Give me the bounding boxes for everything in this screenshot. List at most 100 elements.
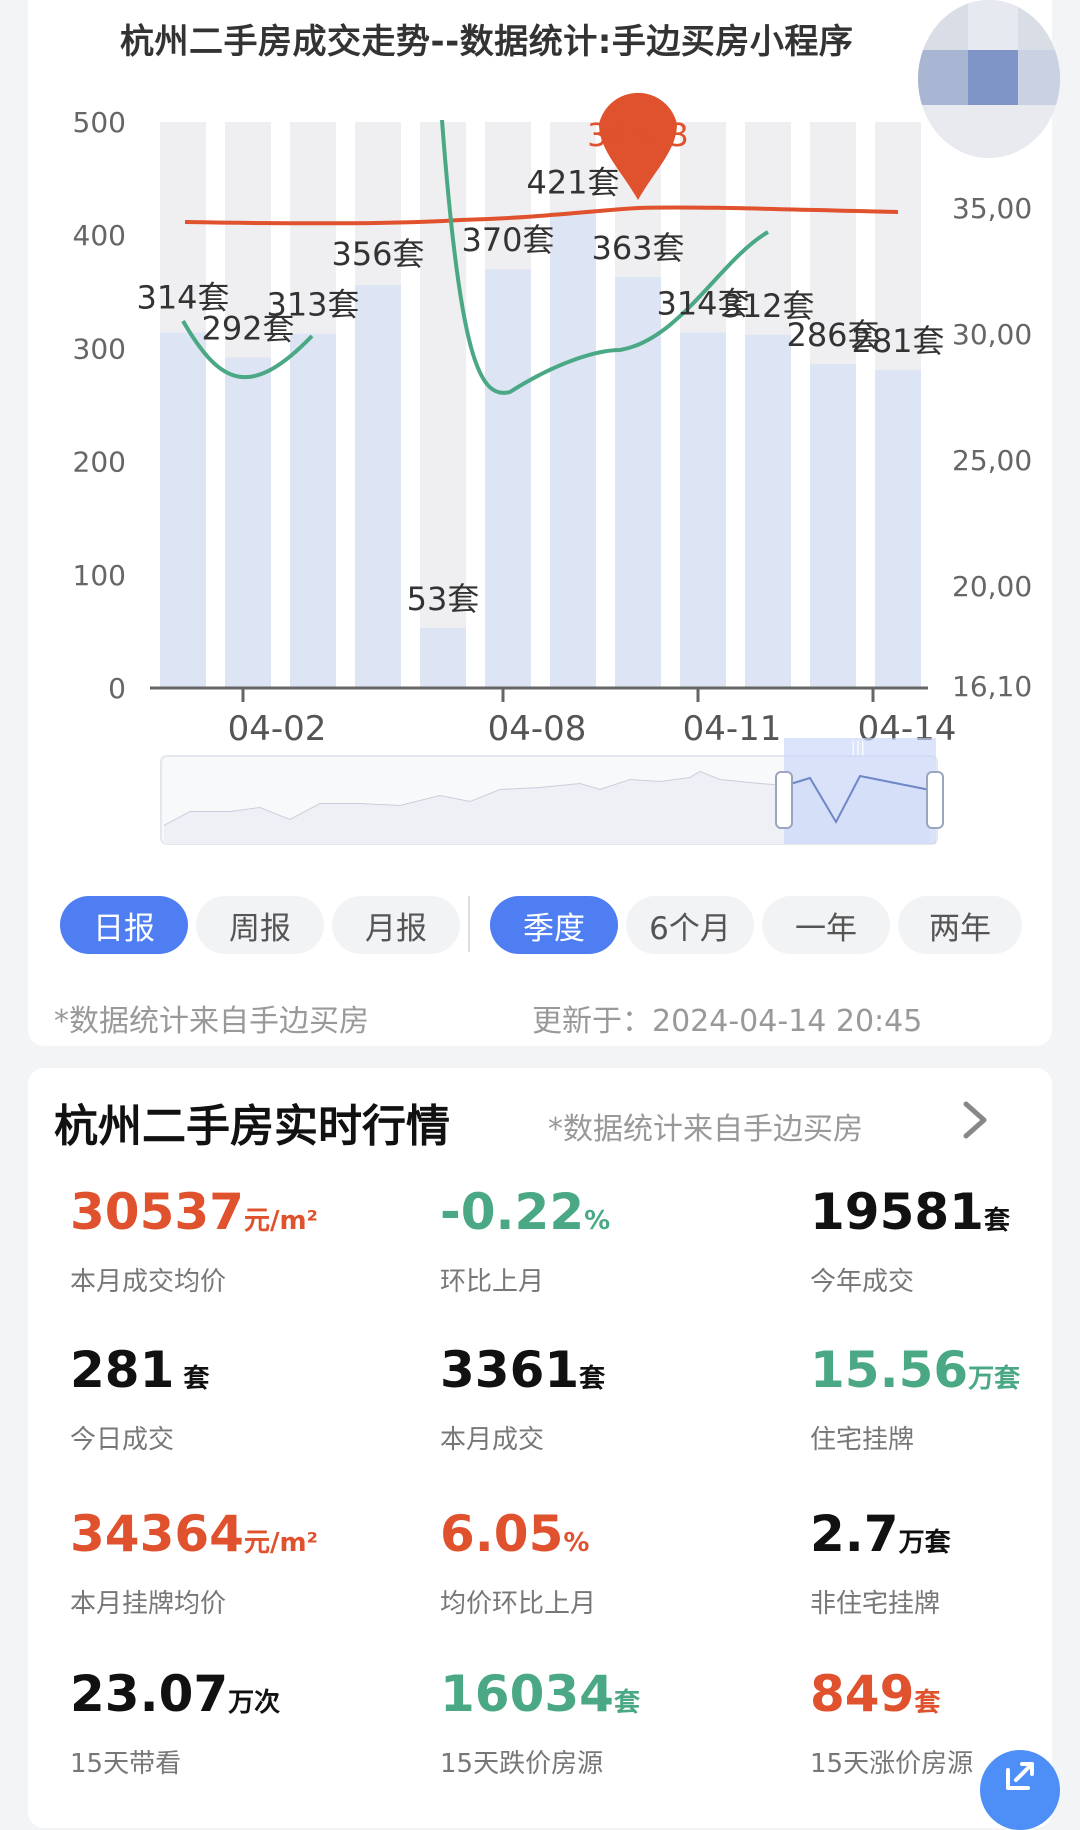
stat-unit: 套 <box>983 1206 1010 1236</box>
stat-label: 均价环比上月 <box>440 1589 597 1619</box>
bar[interactable] <box>160 332 206 688</box>
stat-item: 23.07万次 15天带看 <box>70 1664 400 1780</box>
share-icon <box>1000 1756 1040 1805</box>
range-slider[interactable]: ||| <box>160 738 944 845</box>
stat-number: 23.07 <box>70 1665 229 1723</box>
stat-label: 15天带看 <box>70 1749 182 1779</box>
stat-unit: 套 <box>174 1364 210 1394</box>
bar-value-label: 363套 <box>591 229 684 267</box>
stat-value: 34364元/m² <box>70 1504 400 1573</box>
tab-divider <box>468 896 470 952</box>
x-axis-tick-label: 04-11 <box>683 709 782 749</box>
bar[interactable] <box>225 357 271 688</box>
stat-item: 281 套今日成交 <box>70 1340 400 1456</box>
y-axis-tick-right: 35,00 <box>952 192 1032 225</box>
bar[interactable] <box>875 369 921 688</box>
stat-value: 6.05% <box>440 1504 770 1573</box>
stat-number: 849 <box>810 1665 915 1723</box>
stat-unit: % <box>584 1206 611 1236</box>
stat-label: 环比上月 <box>440 1267 545 1297</box>
stat-item: 3361套本月成交 <box>440 1340 770 1456</box>
y-axis-tick-left: 300 <box>73 332 126 365</box>
range-handle-right[interactable] <box>926 771 944 829</box>
bar[interactable] <box>810 364 856 688</box>
stat-label: 今年成交 <box>810 1267 915 1297</box>
stat-item: 30537元/m² 本月成交均价 <box>70 1182 400 1298</box>
stat-number: 30537 <box>70 1183 244 1241</box>
tab-daily[interactable]: 日报 <box>60 896 188 954</box>
stat-unit: % <box>563 1528 590 1558</box>
tab-weekly[interactable]: 周报 <box>196 896 324 954</box>
tab-two-years[interactable]: 两年 <box>898 896 1022 954</box>
stat-label: 本月成交 <box>440 1425 545 1455</box>
market-subtitle: *数据统计来自手边买房 <box>548 1112 863 1147</box>
chevron-right-icon[interactable] <box>960 1098 990 1153</box>
updated-time: 更新于：2024-04-14 20:45 <box>532 1004 923 1039</box>
stat-unit: 万套 <box>898 1528 951 1558</box>
stat-unit: 套 <box>914 1688 941 1718</box>
stat-number: 6.05 <box>440 1505 564 1563</box>
bar[interactable] <box>290 333 336 688</box>
stat-number: 2.7 <box>810 1505 899 1563</box>
stat-unit: 万套 <box>968 1364 1021 1394</box>
stat-item: -0.22% 环比上月 <box>440 1182 770 1298</box>
stat-value: 15.56万套 <box>810 1340 1080 1409</box>
tooltip-value: 34803 <box>587 116 689 154</box>
stat-value: 3361套 <box>440 1340 770 1409</box>
bar[interactable] <box>355 285 401 688</box>
y-axis-tick-left: 100 <box>73 559 126 592</box>
trend-chart[interactable]: 04-02 04-08 04-11 04-14 5004003002001000 35… <box>0 0 1080 860</box>
stat-label: 今日成交 <box>70 1425 175 1455</box>
stat-value: 2.7万套 <box>810 1504 1080 1573</box>
tab-one-year[interactable]: 一年 <box>762 896 890 954</box>
stat-unit: 元/m² <box>243 1206 318 1236</box>
bar-value-label: 281套 <box>851 322 944 360</box>
bar[interactable] <box>680 332 726 688</box>
stat-unit: 套 <box>579 1364 606 1394</box>
stat-item: 15.56万套 住宅挂牌 <box>810 1340 1080 1456</box>
y-axis-tick-left: 0 <box>108 672 126 705</box>
stat-number: 19581 <box>810 1183 984 1241</box>
bar[interactable] <box>550 211 596 689</box>
stat-item: 2.7万套非住宅挂牌 <box>810 1504 1080 1620</box>
stat-item: 6.05% 均价环比上月 <box>440 1504 770 1620</box>
stat-number: 3361 <box>440 1341 580 1399</box>
bar-value-label: 370套 <box>461 221 554 259</box>
tab-6-months[interactable]: 6个月 <box>626 896 754 954</box>
stat-label: 非住宅挂牌 <box>810 1589 941 1619</box>
stat-unit: 元/m² <box>243 1528 318 1558</box>
tab-monthly[interactable]: 月报 <box>332 896 460 954</box>
y-axis-tick-right: 25,00 <box>952 444 1032 477</box>
share-button[interactable] <box>980 1750 1060 1830</box>
x-axis-tick-label: 04-08 <box>488 709 587 749</box>
stat-value: 16034套 <box>440 1664 770 1733</box>
stat-item: 16034套 15天跌价房源 <box>440 1664 770 1780</box>
bar[interactable] <box>615 277 661 688</box>
y-axis-tick-right: 16,10 <box>952 670 1032 703</box>
stat-number: 15.56 <box>810 1341 969 1399</box>
bar[interactable] <box>420 628 466 688</box>
bar-value-label: 53套 <box>407 580 480 618</box>
stat-unit: 万次 <box>228 1688 281 1718</box>
range-handle-left[interactable] <box>775 771 793 829</box>
bar-value-label: 356套 <box>331 235 424 273</box>
stat-value: 30537元/m² <box>70 1182 400 1251</box>
stat-value: 23.07万次 <box>70 1664 400 1733</box>
stat-label: 15天跌价房源 <box>440 1749 604 1779</box>
bar[interactable] <box>745 334 791 688</box>
stat-value: 281 套 <box>70 1340 400 1409</box>
stat-label: 本月成交均价 <box>70 1267 227 1297</box>
stat-value: 19581套 <box>810 1182 1080 1251</box>
bar[interactable] <box>485 269 531 688</box>
range-grip-icon[interactable]: ||| <box>851 740 865 756</box>
stat-label: 本月挂牌均价 <box>70 1589 227 1619</box>
x-axis-tick-label: 04-02 <box>228 709 327 749</box>
market-title: 杭州二手房实时行情 <box>54 1101 450 1152</box>
stat-item: 19581套今年成交 <box>810 1182 1080 1298</box>
tab-quarter[interactable]: 季度 <box>490 896 618 954</box>
bar-value-label: 313套 <box>266 286 359 324</box>
stat-number: 16034 <box>440 1665 614 1723</box>
stat-value: -0.22% <box>440 1182 770 1251</box>
data-source-note: *数据统计来自手边买房 <box>54 1004 369 1039</box>
y-axis-tick-left: 200 <box>73 446 126 479</box>
